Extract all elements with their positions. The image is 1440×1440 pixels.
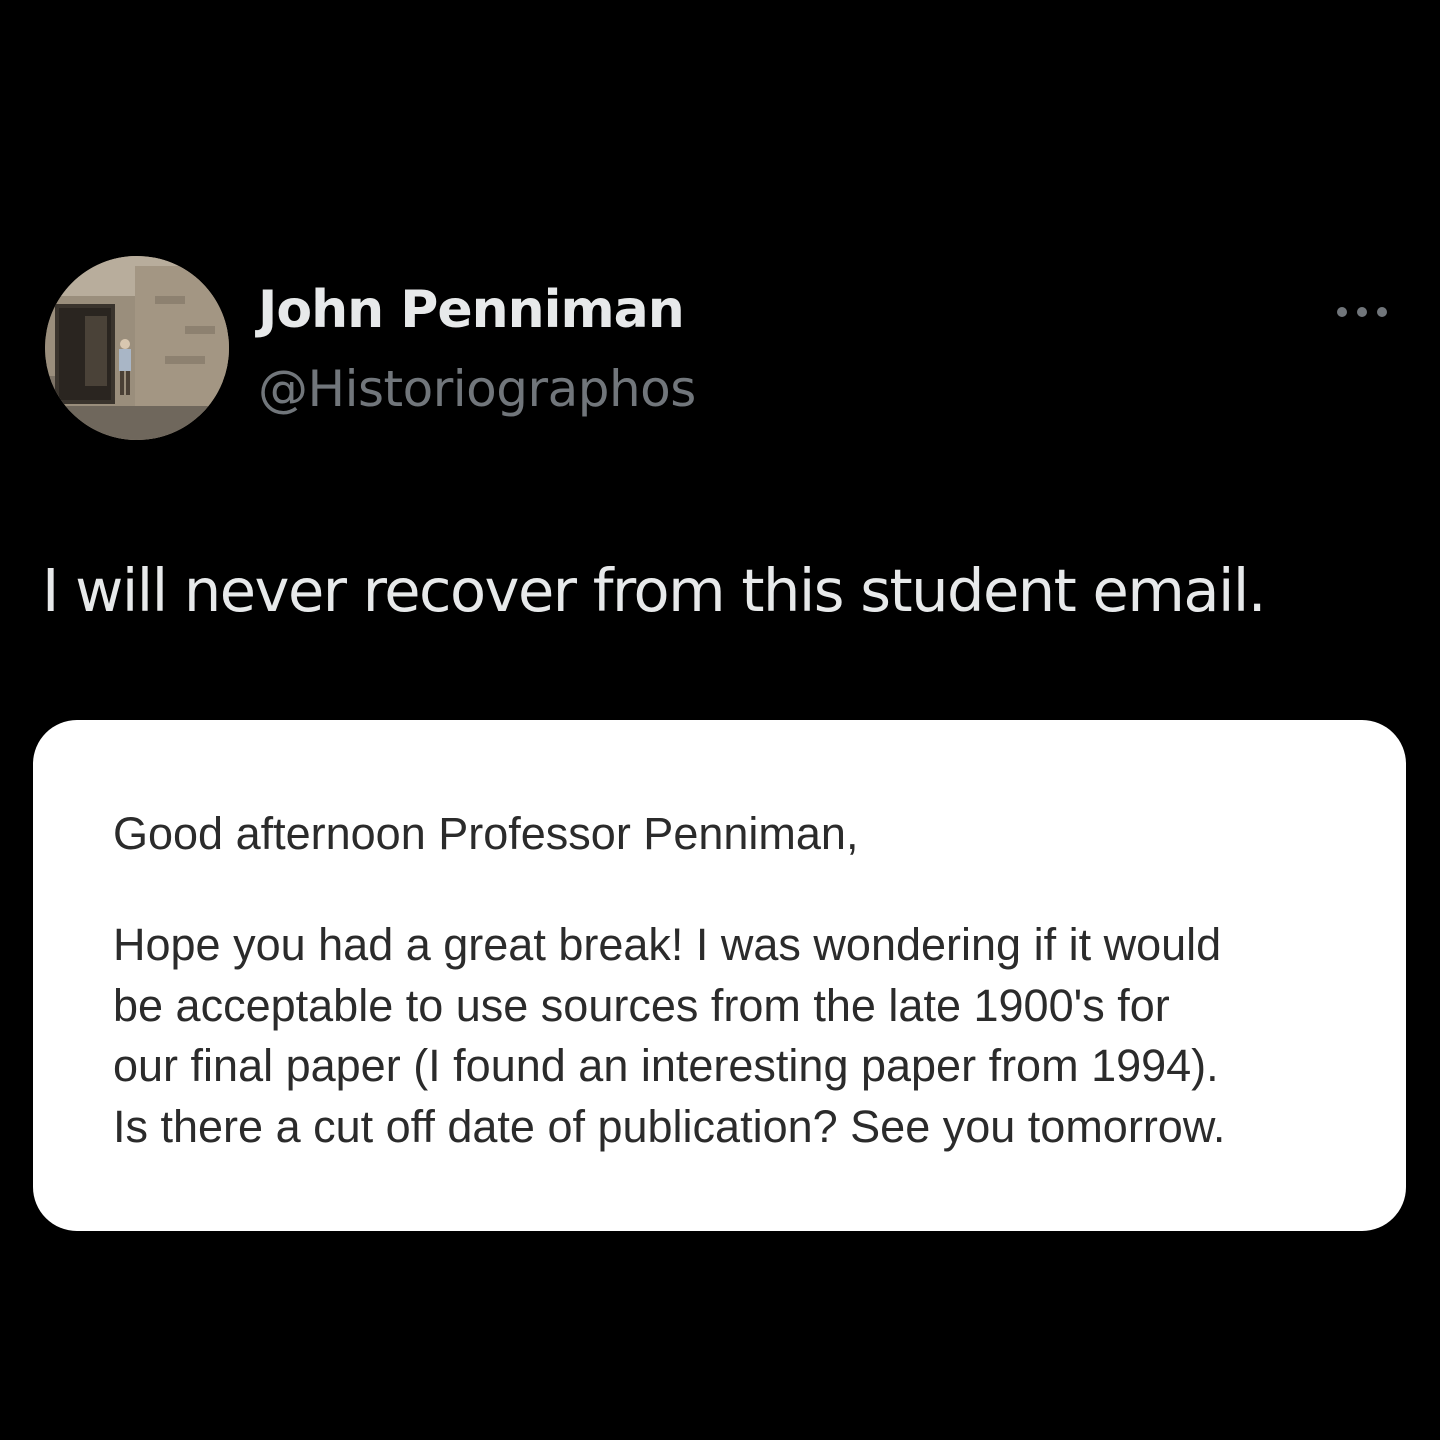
- author-avatar[interactable]: [45, 256, 229, 440]
- more-options-button[interactable]: [1330, 292, 1394, 332]
- email-greeting: Good afternoon Professor Penniman,: [113, 808, 859, 859]
- tweet-text: I will never recover from this student e…: [42, 556, 1267, 625]
- email-body: Hope you had a great break! I was wonder…: [113, 915, 1358, 1157]
- email-body-line: Hope you had a great break! I was wonder…: [113, 919, 1222, 970]
- author-display-name[interactable]: John Penniman: [258, 280, 685, 340]
- tweet-post: John Penniman @Historiographos I will ne…: [0, 0, 1440, 1440]
- email-body-line: be acceptable to use sources from the la…: [113, 979, 1170, 1031]
- email-screenshot-card[interactable]: Good afternoon Professor Penniman, Hope …: [33, 720, 1406, 1231]
- email-body-line: our final paper (I found an interesting …: [113, 1040, 1219, 1091]
- email-body-line: Is there a cut off date of publication? …: [113, 1100, 1226, 1152]
- author-handle[interactable]: @Historiographos: [258, 360, 696, 418]
- profile-photo: [45, 256, 229, 440]
- more-horizontal-icon: [1337, 307, 1387, 317]
